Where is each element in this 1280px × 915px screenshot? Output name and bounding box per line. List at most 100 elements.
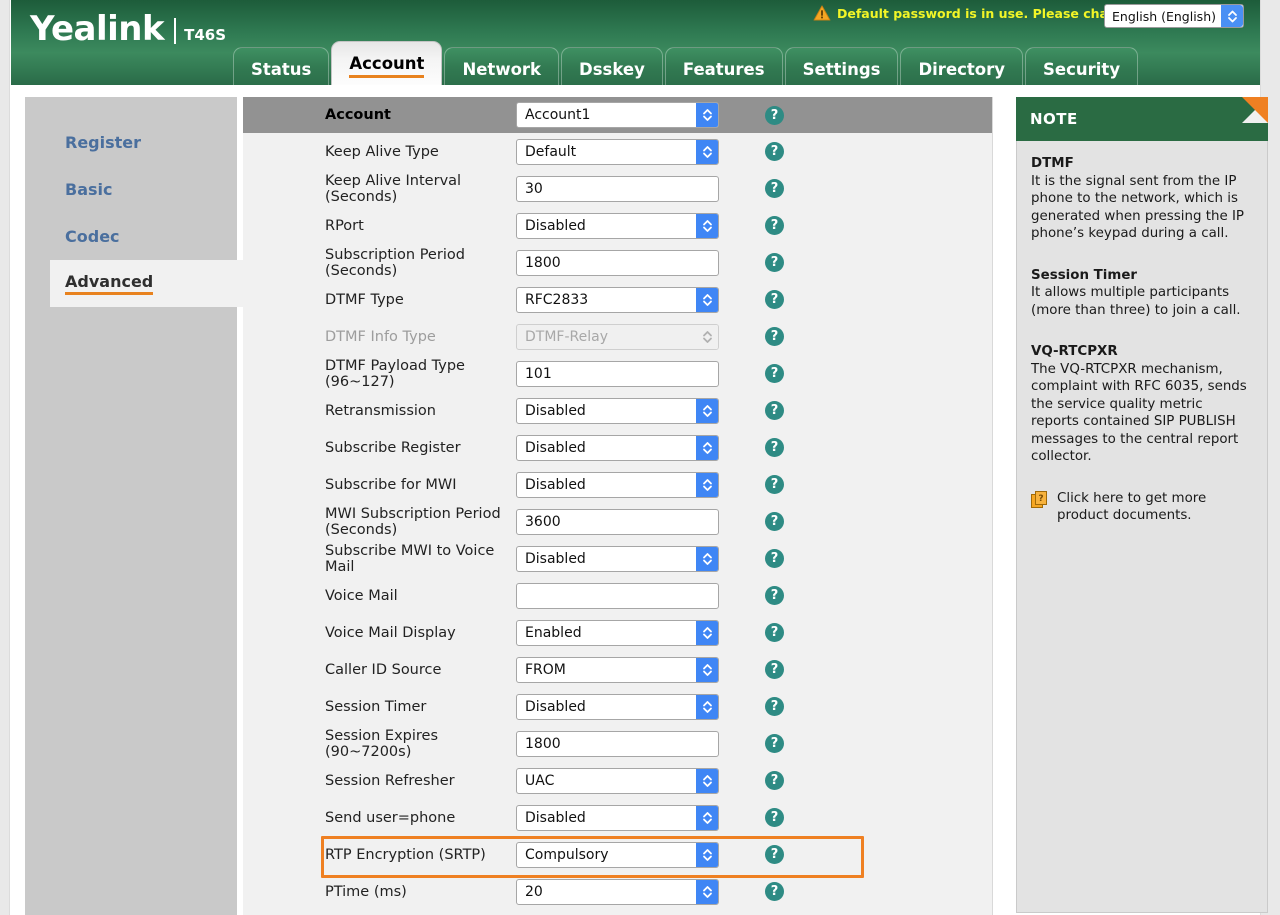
- input-session-expires-90-7200s[interactable]: 1800: [516, 731, 719, 757]
- select-caller-id-source[interactable]: FROM: [516, 657, 719, 683]
- form-row-retransmission: RetransmissionDisabled?: [243, 392, 992, 429]
- help-icon[interactable]: ?: [765, 179, 784, 198]
- help-icon[interactable]: ?: [765, 623, 784, 642]
- select-subscribe-for-mwi[interactable]: Disabled: [516, 472, 719, 498]
- help-icon[interactable]: ?: [765, 512, 784, 531]
- select-account[interactable]: Account1: [516, 102, 719, 128]
- warning-triangle-icon: [813, 5, 831, 21]
- help-icon[interactable]: ?: [765, 253, 784, 272]
- field-label: Keep Alive Interval (Seconds): [243, 173, 516, 205]
- field-label: RPort: [243, 218, 516, 234]
- select-spinner-icon[interactable]: [696, 103, 718, 127]
- form-row-keep-alive-type: Keep Alive TypeDefault?: [243, 133, 992, 170]
- help-icon[interactable]: ?: [765, 216, 784, 235]
- product-documents-link[interactable]: ?Click here to get more product document…: [1031, 490, 1253, 525]
- help-icon[interactable]: ?: [765, 438, 784, 457]
- tab-directory[interactable]: Directory: [900, 47, 1023, 85]
- select-spinner-icon[interactable]: [696, 621, 718, 645]
- form-row-session-refresher: Session RefresherUAC?: [243, 762, 992, 799]
- select-spinner-icon[interactable]: [696, 214, 718, 238]
- select-spinner-icon[interactable]: [696, 880, 718, 904]
- select-dtmf-type[interactable]: RFC2833: [516, 287, 719, 313]
- language-select-spinner-icon[interactable]: [1221, 5, 1243, 27]
- app-header: Yealink T46S Default password is in use.…: [11, 0, 1260, 85]
- help-icon[interactable]: ?: [765, 364, 784, 383]
- field-label: Keep Alive Type: [243, 144, 516, 160]
- form-row-dtmf-type: DTMF TypeRFC2833?: [243, 281, 992, 318]
- form-row-voice-mail-display: Voice Mail DisplayEnabled?: [243, 614, 992, 651]
- field-value: RFC2833: [517, 288, 696, 312]
- select-spinner-icon[interactable]: [696, 140, 718, 164]
- field-value: FROM: [517, 658, 696, 682]
- help-icon[interactable]: ?: [765, 586, 784, 605]
- help-icon[interactable]: ?: [765, 401, 784, 420]
- select-keep-alive-type[interactable]: Default: [516, 139, 719, 165]
- select-session-refresher[interactable]: UAC: [516, 768, 719, 794]
- form-row-subscribe-for-mwi: Subscribe for MWIDisabled?: [243, 466, 992, 503]
- select-ptime-ms[interactable]: 20: [516, 879, 719, 905]
- select-spinner-icon[interactable]: [696, 806, 718, 830]
- sidebar-item-advanced[interactable]: Advanced: [50, 260, 262, 307]
- field-value: Disabled: [517, 399, 696, 423]
- select-rport[interactable]: Disabled: [516, 213, 719, 239]
- help-icon[interactable]: ?: [765, 845, 784, 864]
- select-spinner-icon[interactable]: [696, 658, 718, 682]
- select-rtp-encryption-srtp[interactable]: Compulsory: [516, 842, 719, 868]
- tab-network[interactable]: Network: [444, 47, 559, 85]
- select-spinner-icon[interactable]: [696, 399, 718, 423]
- help-icon[interactable]: ?: [765, 734, 784, 753]
- language-select[interactable]: English (English): [1104, 4, 1244, 28]
- sidebar-item-codec[interactable]: Codec: [25, 213, 237, 260]
- tab-settings[interactable]: Settings: [785, 47, 899, 85]
- field-label: Subscribe MWI to Voice Mail: [243, 543, 516, 575]
- field-value: Account1: [517, 103, 696, 127]
- select-spinner-icon[interactable]: [696, 473, 718, 497]
- help-icon[interactable]: ?: [765, 106, 784, 125]
- tab-security[interactable]: Security: [1025, 47, 1138, 85]
- select-spinner-icon[interactable]: [696, 288, 718, 312]
- field-label: Voice Mail Display: [243, 625, 516, 641]
- input-dtmf-payload-type-96-127[interactable]: 101: [516, 361, 719, 387]
- field-value: [517, 584, 718, 608]
- sidebar-item-register[interactable]: Register: [25, 119, 237, 166]
- select-send-user-phone[interactable]: Disabled: [516, 805, 719, 831]
- logo-divider: [174, 18, 176, 44]
- select-spinner-icon[interactable]: [696, 695, 718, 719]
- tab-account[interactable]: Account: [331, 41, 442, 85]
- select-spinner-icon[interactable]: [696, 436, 718, 460]
- field-label: MWI Subscription Period (Seconds): [243, 506, 516, 538]
- help-icon[interactable]: ?: [765, 327, 784, 346]
- help-icon[interactable]: ?: [765, 290, 784, 309]
- input-subscription-period-seconds[interactable]: 1800: [516, 250, 719, 276]
- note-panel-header: NOTE: [1016, 97, 1268, 141]
- select-subscribe-register[interactable]: Disabled: [516, 435, 719, 461]
- select-spinner-icon[interactable]: [696, 769, 718, 793]
- sidebar-item-basic[interactable]: Basic: [25, 166, 237, 213]
- help-icon[interactable]: ?: [765, 882, 784, 901]
- tab-label: Account: [349, 54, 424, 78]
- tab-features[interactable]: Features: [665, 47, 783, 85]
- select-voice-mail-display[interactable]: Enabled: [516, 620, 719, 646]
- form-row-rport: RPortDisabled?: [243, 207, 992, 244]
- select-session-timer[interactable]: Disabled: [516, 694, 719, 720]
- tab-status[interactable]: Status: [233, 47, 329, 85]
- help-icon[interactable]: ?: [765, 142, 784, 161]
- select-subscribe-mwi-to-voice-mail[interactable]: Disabled: [516, 546, 719, 572]
- select-retransmission[interactable]: Disabled: [516, 398, 719, 424]
- help-icon[interactable]: ?: [765, 808, 784, 827]
- page-root: Yealink T46S Default password is in use.…: [0, 0, 1280, 915]
- language-select-value: English (English): [1105, 5, 1221, 27]
- input-mwi-subscription-period-seconds[interactable]: 3600: [516, 509, 719, 535]
- field-label: Send user=phone: [243, 810, 516, 826]
- field-label: Caller ID Source: [243, 662, 516, 678]
- help-icon[interactable]: ?: [765, 771, 784, 790]
- help-icon[interactable]: ?: [765, 660, 784, 679]
- help-icon[interactable]: ?: [765, 697, 784, 716]
- input-voice-mail[interactable]: [516, 583, 719, 609]
- input-keep-alive-interval-seconds[interactable]: 30: [516, 176, 719, 202]
- select-spinner-icon[interactable]: [696, 547, 718, 571]
- select-spinner-icon[interactable]: [696, 843, 718, 867]
- help-icon[interactable]: ?: [765, 475, 784, 494]
- help-icon[interactable]: ?: [765, 549, 784, 568]
- tab-dsskey[interactable]: Dsskey: [561, 47, 663, 85]
